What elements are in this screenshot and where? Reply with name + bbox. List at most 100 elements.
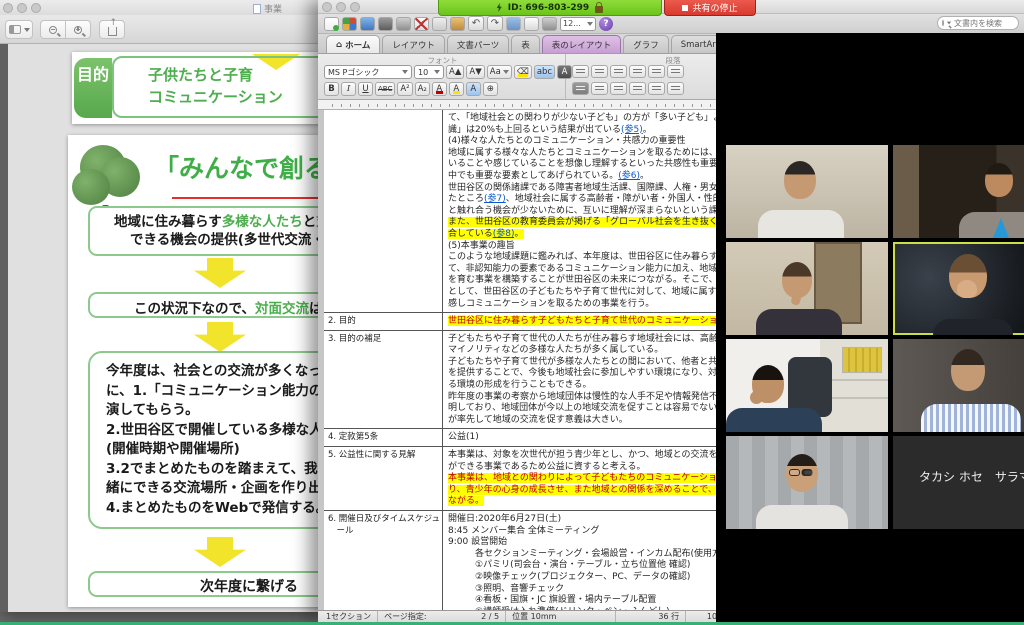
- enclose-characters-button[interactable]: ⊕: [483, 82, 498, 96]
- phonetic-guide-button[interactable]: abc: [534, 65, 555, 79]
- clear-format-button[interactable]: ⌫: [514, 65, 532, 79]
- shrink-font-button[interactable]: A▼: [466, 65, 484, 79]
- participant-video[interactable]: [726, 436, 888, 529]
- reference-link[interactable]: (参6): [618, 171, 640, 181]
- reference-link[interactable]: (参7): [484, 194, 506, 204]
- grow-font-button[interactable]: A▲: [446, 65, 464, 79]
- zoom-in-button[interactable]: [65, 20, 91, 39]
- new-document-icon[interactable]: [324, 17, 339, 31]
- italic-button[interactable]: I: [341, 82, 356, 96]
- tab-layout[interactable]: レイアウト: [382, 35, 445, 53]
- multilevel-list-button[interactable]: [610, 65, 627, 78]
- tab-document-elements[interactable]: 文書パーツ: [447, 35, 509, 53]
- text-run: 世田谷区の関係諸課である障害者地域生活課、国際課、人権・男女共同: [448, 183, 736, 193]
- participant-video[interactable]: [726, 339, 888, 432]
- text-run: この状況下なので、: [134, 301, 255, 317]
- preview-window-title: 事業: [253, 2, 282, 15]
- participant-video[interactable]: [893, 145, 1024, 238]
- text-run: て、非認知能力の要素であるコミュニケーション能力に加え、地域社会と: [448, 264, 744, 274]
- slide-title: 「みんなで創る: [154, 149, 320, 185]
- increase-indent-button[interactable]: [648, 65, 665, 78]
- align-right-button[interactable]: [610, 82, 627, 95]
- zoom-out-button[interactable]: [40, 20, 66, 39]
- font-color-button[interactable]: A: [432, 82, 447, 96]
- yellow-arrow-icon: [194, 537, 246, 567]
- sidebar-icon: [9, 25, 21, 34]
- bullet-list-button[interactable]: [572, 65, 589, 78]
- page-indicator[interactable]: ページ指定: 2 / 5: [378, 611, 506, 622]
- background-app-edge: [0, 44, 8, 612]
- numbered-list-button[interactable]: [591, 65, 608, 78]
- view-layout-icon[interactable]: [524, 17, 539, 31]
- bold-button[interactable]: B: [324, 82, 339, 96]
- zoom-level-select[interactable]: 12...: [560, 17, 596, 31]
- subscript-button[interactable]: A₂: [415, 82, 430, 96]
- text-effects-button[interactable]: A: [466, 82, 481, 96]
- undo-button[interactable]: ↶: [468, 16, 484, 31]
- row-label-cell: 5. 公益性に関する見解: [324, 447, 443, 510]
- redo-button[interactable]: ↷: [487, 16, 503, 31]
- reference-link[interactable]: (参5): [621, 125, 643, 135]
- font-name-select[interactable]: MS Pゴシック: [324, 65, 412, 79]
- sort-button[interactable]: [667, 65, 684, 78]
- help-button[interactable]: ?: [599, 17, 613, 31]
- gallery-icon[interactable]: [342, 17, 357, 31]
- home-icon: ⌂: [336, 40, 342, 50]
- strikethrough-button[interactable]: ABC: [375, 82, 395, 96]
- close-window-button[interactable]: [322, 2, 332, 12]
- shading-button[interactable]: [667, 82, 684, 95]
- font-size-select[interactable]: 10: [414, 65, 444, 79]
- zoom-window-button[interactable]: [31, 3, 41, 13]
- participant-head: [985, 163, 1013, 197]
- active-speaker-video[interactable]: [893, 242, 1024, 335]
- tab-tables[interactable]: 表: [511, 35, 540, 53]
- zoom-window-button[interactable]: [350, 2, 360, 12]
- paste-icon[interactable]: [450, 17, 465, 31]
- tab-table-layout[interactable]: 表のレイアウト: [542, 35, 622, 53]
- slide-page-2: 「みんなで創る 地域に住み暮らす多様な人たちと対面交 できる機会の提供(多世代交…: [68, 135, 320, 607]
- participant-video[interactable]: [726, 145, 888, 238]
- share-button[interactable]: [99, 20, 125, 39]
- text-run: 。: [514, 229, 523, 239]
- print-icon[interactable]: [396, 17, 411, 31]
- track-changes-icon[interactable]: [506, 17, 521, 31]
- highlight-color-button[interactable]: A: [449, 82, 464, 96]
- tab-home[interactable]: ⌂ホーム: [326, 35, 380, 53]
- save-icon[interactable]: [378, 17, 393, 31]
- participant-video[interactable]: [726, 242, 888, 335]
- participant-hand: [790, 289, 802, 306]
- close-window-button[interactable]: [3, 3, 13, 13]
- sidebar-toggle-button[interactable]: [5, 20, 33, 39]
- change-case-button[interactable]: Aa: [487, 65, 512, 79]
- tab-charts[interactable]: グラフ: [623, 35, 669, 53]
- row-label-cell: 4. 定款第5条: [324, 429, 443, 446]
- text-run: 地域に属する様々な人たちとコミュニケーションを取るためには、人の意: [448, 148, 745, 158]
- reference-link[interactable]: (参8): [493, 229, 515, 239]
- participant-video[interactable]: [893, 339, 1024, 432]
- minimize-window-button[interactable]: [17, 3, 27, 13]
- search-input[interactable]: [954, 19, 1014, 28]
- stop-sharing-button[interactable]: 共有の停止: [664, 0, 756, 16]
- superscript-button[interactable]: A²: [397, 82, 412, 96]
- meeting-id: ID: 696-803-299: [508, 3, 589, 13]
- desktop-screen: 事業 目的 子供たちと子育 コミュニケー: [0, 0, 1024, 625]
- cut-icon[interactable]: [414, 17, 429, 31]
- text-run: 感しコミュニケーションを取るための事業を行う。: [448, 299, 654, 309]
- underline-button[interactable]: U: [358, 82, 373, 96]
- decrease-indent-button[interactable]: [629, 65, 646, 78]
- copy-icon[interactable]: [432, 17, 447, 31]
- slide-text-line: に、1.「コミュニケーション能力の向上」に: [106, 382, 320, 402]
- text-run: 多様な人たち: [222, 214, 303, 230]
- align-center-button[interactable]: [591, 82, 608, 95]
- justify-button[interactable]: [629, 82, 646, 95]
- media-browser-icon[interactable]: [542, 17, 557, 31]
- line-spacing-button[interactable]: [648, 82, 665, 95]
- open-folder-icon[interactable]: [360, 17, 375, 31]
- minimize-window-button[interactable]: [336, 2, 346, 12]
- participant-name-tile[interactable]: タカシ ホセ サラマ: [893, 436, 1024, 529]
- text-run: (5)本事業の趣旨: [448, 241, 515, 251]
- align-left-button[interactable]: [572, 82, 589, 95]
- document-search-field[interactable]: [937, 16, 1019, 30]
- page-value: 2 / 5: [481, 612, 499, 621]
- slide-textbox-2: この状況下なので、対面交流は出: [88, 292, 320, 318]
